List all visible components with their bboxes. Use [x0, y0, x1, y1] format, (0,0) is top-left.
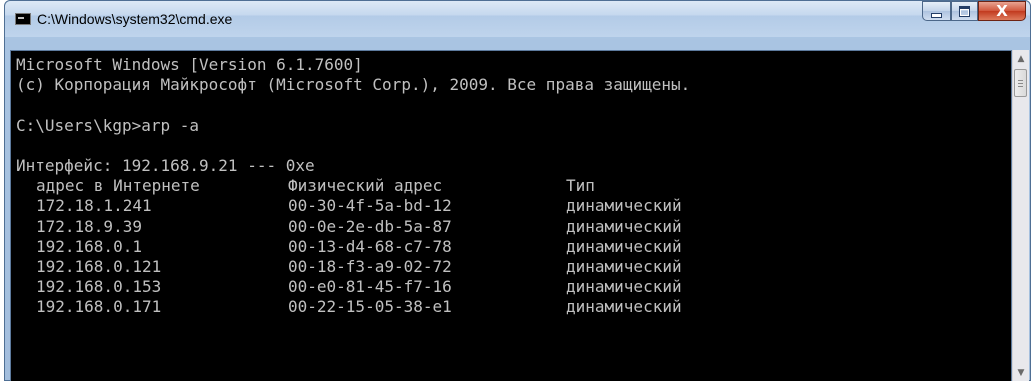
entry-type: динамический [566, 256, 682, 276]
cmd-app-icon[interactable] [15, 13, 31, 25]
ip-address: 192.168.0.171 [36, 297, 162, 317]
window-controls: X [922, 1, 1026, 23]
console-line: Интерфейс: 192.168.9.21 --- 0xe [16, 155, 315, 175]
arp-row: 172.18.1.241 00-30-4f-5a-bd-12 динамически… [16, 196, 1011, 216]
console-line: (c) Корпорация Майкрософт (Microsoft Cor… [16, 75, 691, 95]
ip-address: 192.168.0.1 [36, 236, 142, 256]
maximize-icon [959, 5, 970, 17]
mac-address: 00-22-15-05-38-e1 [288, 297, 452, 317]
close-icon: X [996, 2, 1008, 20]
entry-type: динамический [566, 216, 682, 236]
arrow-up-icon[interactable]: ▲ [1013, 50, 1029, 67]
arrow-down-icon[interactable]: ▼ [1013, 364, 1029, 381]
maximize-button[interactable] [951, 1, 978, 21]
console-line: C:\Users\kgp>arp -a [16, 115, 200, 135]
window-title: C:\Windows\system32\cmd.exe [37, 11, 233, 27]
entry-type: динамический [566, 277, 682, 297]
ip-address: 172.18.1.241 [36, 196, 152, 216]
console-line: Microsoft Windows [Version 6.1.7600] [16, 55, 363, 74]
mac-address: 00-0e-2e-db-5a-87 [288, 216, 452, 236]
arp-row: 172.18.9.39 00-0e-2e-db-5a-87 динамический [16, 217, 1011, 237]
mac-address: 00-e0-81-45-f7-16 [288, 277, 452, 297]
entry-type: динамический [566, 236, 682, 256]
ip-address: 192.168.0.121 [36, 256, 162, 276]
scrollbar-thumb[interactable] [1014, 69, 1027, 97]
mac-address: 00-18-f3-a9-02-72 [288, 256, 452, 276]
console-output[interactable]: Microsoft Windows [Version 6.1.7600] (c) … [10, 50, 1012, 381]
console-text: Microsoft Windows [Version 6.1.7600] (c) … [11, 51, 1011, 317]
mac-address: 00-13-d4-68-c7-78 [288, 236, 452, 256]
arp-row: 192.168.0.121 00-18-f3-a9-02-72 динамическ… [16, 257, 1011, 277]
entry-type: динамический [566, 297, 682, 317]
grip-line [1018, 86, 1023, 87]
header-internet-address: адрес в Интернете [36, 176, 200, 196]
arp-row: 192.168.0.171 00-22-15-05-38-e1 динамическ… [16, 297, 1011, 317]
entry-type: динамический [566, 196, 682, 216]
mac-address: 00-30-4f-5a-bd-12 [288, 196, 452, 216]
minimize-icon [931, 12, 942, 18]
close-button[interactable]: X [978, 1, 1026, 21]
grip-line [1018, 83, 1023, 84]
arp-header-row: адрес в Интернете Физический адрес Тип [16, 176, 1011, 196]
header-type: Тип [566, 176, 595, 196]
arp-row: 192.168.0.153 00-e0-81-45-f7-16 динамическ… [16, 277, 1011, 297]
title-bar[interactable]: C:\Windows\system32\cmd.exe X [5, 1, 1030, 37]
arp-row: 192.168.0.1 00-13-d4-68-c7-78 динамический [16, 237, 1011, 257]
header-physical-address: Физический адрес [288, 176, 443, 196]
grip-line [1018, 80, 1023, 81]
ip-address: 172.18.9.39 [36, 216, 142, 236]
vertical-scrollbar[interactable]: ▲ ▼ [1012, 50, 1029, 381]
minimize-button[interactable] [922, 1, 951, 21]
ip-address: 192.168.0.153 [36, 277, 162, 297]
